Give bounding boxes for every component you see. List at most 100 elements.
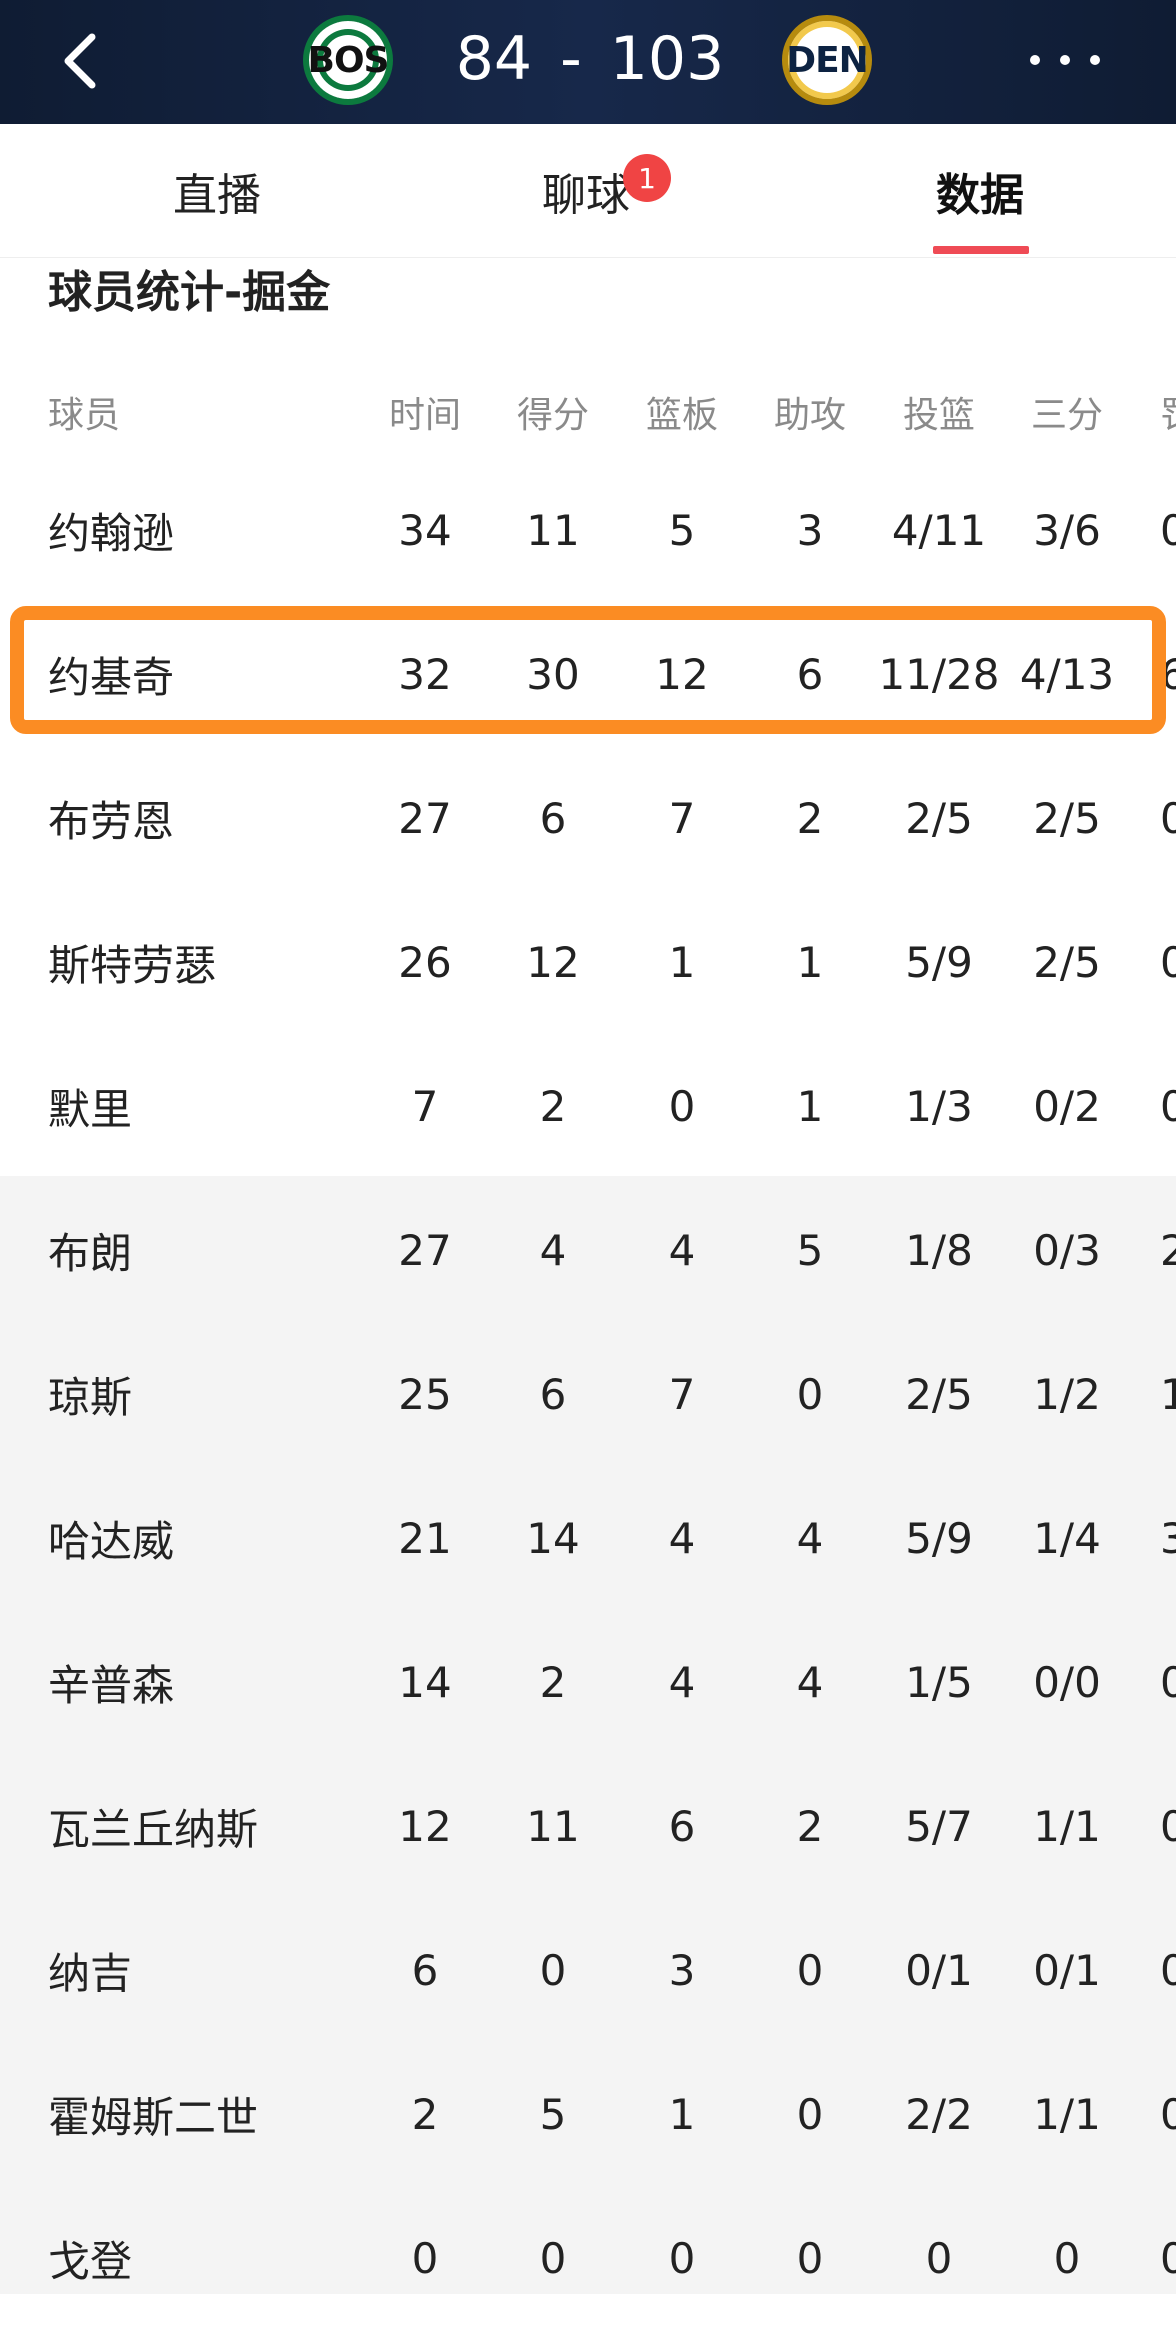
points-cell: 12 bbox=[526, 937, 580, 987]
field-goals-cell: 2/5 bbox=[905, 793, 973, 843]
assists-cell: 1 bbox=[796, 1081, 824, 1131]
active-tab-indicator bbox=[933, 246, 1029, 254]
header-field-goals[interactable]: 投篮 bbox=[875, 366, 1003, 458]
header-free-throws[interactable]: 罚 bbox=[1160, 366, 1176, 458]
rebounds-cell: 1 bbox=[668, 2089, 696, 2139]
free-throws-cell: 6 bbox=[1160, 649, 1176, 699]
table-row[interactable]: 默里 7 2 0 1 1/3 0/2 0 bbox=[0, 1034, 1176, 1178]
three-pointers-cell: 0/0 bbox=[1033, 1657, 1101, 1707]
top-bar: BOS 84 - 103 DEN bbox=[0, 0, 1176, 124]
player-name-cell: 哈达威 bbox=[48, 1516, 175, 1566]
header-rebounds[interactable]: 篮板 bbox=[634, 366, 730, 458]
chat-unread-badge: 1 bbox=[623, 154, 671, 202]
minutes-cell: 32 bbox=[398, 649, 452, 699]
minutes-cell: 0 bbox=[411, 2233, 439, 2283]
player-name-cell: 默里 bbox=[48, 1084, 133, 1134]
assists-cell: 0 bbox=[796, 1945, 824, 1995]
player-name-cell: 斯特劳瑟 bbox=[48, 940, 217, 990]
table-row[interactable]: 哈达威 21 14 4 4 5/9 1/4 3 bbox=[0, 1466, 1176, 1610]
rebounds-cell: 4 bbox=[668, 1513, 696, 1563]
rebounds-cell: 0 bbox=[668, 2233, 696, 2283]
three-pointers-cell: 1/1 bbox=[1033, 1801, 1101, 1851]
home-team-abbr: BOS bbox=[307, 39, 390, 81]
away-team-logo[interactable]: DEN bbox=[782, 15, 872, 105]
assists-cell: 2 bbox=[796, 793, 824, 843]
points-cell: 5 bbox=[539, 2089, 567, 2139]
away-team-abbr: DEN bbox=[786, 39, 869, 81]
free-throws-cell: 0 bbox=[1160, 937, 1176, 987]
points-cell: 2 bbox=[539, 1081, 567, 1131]
table-row[interactable]: 瓦兰丘纳斯 12 11 6 2 5/7 1/1 0 bbox=[0, 1754, 1176, 1898]
player-name-cell: 约基奇 bbox=[48, 652, 175, 702]
points-cell: 11 bbox=[526, 1801, 580, 1851]
more-dots-icon[interactable] bbox=[1030, 40, 1100, 80]
rebounds-cell: 3 bbox=[668, 1945, 696, 1995]
three-pointers-cell: 2/5 bbox=[1033, 937, 1101, 987]
table-row[interactable]: 辛普森 14 2 4 4 1/5 0/0 0 bbox=[0, 1610, 1176, 1754]
rebounds-cell: 12 bbox=[655, 649, 709, 699]
free-throws-cell: 3 bbox=[1160, 1513, 1176, 1563]
player-name-cell: 琼斯 bbox=[48, 1372, 133, 1422]
field-goals-cell: 0 bbox=[925, 2233, 953, 2283]
minutes-cell: 27 bbox=[398, 1225, 452, 1275]
assists-cell: 1 bbox=[796, 937, 824, 987]
minutes-cell: 12 bbox=[398, 1801, 452, 1851]
tab-chat[interactable]: 聊球 bbox=[466, 124, 706, 258]
rebounds-cell: 6 bbox=[668, 1801, 696, 1851]
table-row[interactable]: 纳吉 6 0 3 0 0/1 0/1 0 bbox=[0, 1898, 1176, 2042]
assists-cell: 0 bbox=[796, 1369, 824, 1419]
score-separator: - bbox=[560, 24, 582, 94]
table-row[interactable]: 布朗 27 4 4 5 1/8 0/3 2 bbox=[0, 1178, 1176, 1322]
player-name-cell: 布朗 bbox=[48, 1228, 133, 1278]
free-throws-cell: 0 bbox=[1160, 1801, 1176, 1851]
rebounds-cell: 1 bbox=[668, 937, 696, 987]
minutes-cell: 6 bbox=[411, 1945, 439, 1995]
tab-live[interactable]: 直播 bbox=[97, 124, 337, 258]
table-row[interactable]: 布劳恩 27 6 7 2 2/5 2/5 0 bbox=[0, 746, 1176, 890]
table-row[interactable]: 霍姆斯二世 2 5 1 0 2/2 1/1 0 bbox=[0, 2042, 1176, 2186]
assists-cell: 5 bbox=[796, 1225, 824, 1275]
field-goals-cell: 5/7 bbox=[905, 1801, 973, 1851]
header-minutes[interactable]: 时间 bbox=[377, 366, 473, 458]
home-score: 84 bbox=[455, 24, 533, 94]
header-three-pointers[interactable]: 三分 bbox=[1003, 366, 1131, 458]
table-row[interactable]: 约基奇 32 30 12 6 11/28 4/13 6 bbox=[0, 602, 1176, 746]
field-goals-cell: 2/2 bbox=[905, 2089, 973, 2139]
player-name-cell: 霍姆斯二世 bbox=[48, 2092, 259, 2142]
points-cell: 11 bbox=[526, 505, 580, 555]
assists-cell: 4 bbox=[796, 1657, 824, 1707]
assists-cell: 0 bbox=[796, 2089, 824, 2139]
field-goals-cell: 5/9 bbox=[905, 1513, 973, 1563]
free-throws-cell: 0 bbox=[1160, 793, 1176, 843]
field-goals-cell: 5/9 bbox=[905, 937, 973, 987]
back-button[interactable] bbox=[50, 26, 110, 96]
scoreboard: 84 - 103 bbox=[440, 14, 740, 104]
home-team-logo[interactable]: BOS bbox=[303, 15, 393, 105]
minutes-cell: 21 bbox=[398, 1513, 452, 1563]
table-row[interactable]: 斯特劳瑟 26 12 1 1 5/9 2/5 0 bbox=[0, 890, 1176, 1034]
three-pointers-cell: 4/13 bbox=[1019, 649, 1115, 699]
table-row[interactable]: 戈登 0 0 0 0 0 0 0 bbox=[0, 2186, 1176, 2330]
header-points[interactable]: 得分 bbox=[505, 366, 601, 458]
rebounds-cell: 7 bbox=[668, 793, 696, 843]
player-name-cell: 纳吉 bbox=[48, 1948, 133, 1998]
header-player: 球员 bbox=[48, 395, 121, 436]
three-pointers-cell: 1/1 bbox=[1033, 2089, 1101, 2139]
table-header: 球员 时间 得分 篮板 助攻 投篮 三分 罚 bbox=[0, 366, 1176, 458]
table-row[interactable]: 琼斯 25 6 7 0 2/5 1/2 1 bbox=[0, 1322, 1176, 1466]
rebounds-cell: 7 bbox=[668, 1369, 696, 1419]
tab-stats[interactable]: 数据 bbox=[860, 124, 1100, 258]
rebounds-cell: 4 bbox=[668, 1225, 696, 1275]
header-assists[interactable]: 助攻 bbox=[762, 366, 858, 458]
field-goals-cell: 1/8 bbox=[905, 1225, 973, 1275]
points-cell: 6 bbox=[539, 793, 567, 843]
points-cell: 2 bbox=[539, 1657, 567, 1707]
minutes-cell: 14 bbox=[398, 1657, 452, 1707]
assists-cell: 3 bbox=[796, 505, 824, 555]
minutes-cell: 26 bbox=[398, 937, 452, 987]
back-chevron-icon bbox=[64, 33, 96, 89]
three-pointers-cell: 0/2 bbox=[1033, 1081, 1101, 1131]
free-throws-cell: 2 bbox=[1160, 1225, 1176, 1275]
table-row[interactable]: 约翰逊 34 11 5 3 4/11 3/6 0 bbox=[0, 458, 1176, 602]
free-throws-cell: 0 bbox=[1160, 2233, 1176, 2283]
